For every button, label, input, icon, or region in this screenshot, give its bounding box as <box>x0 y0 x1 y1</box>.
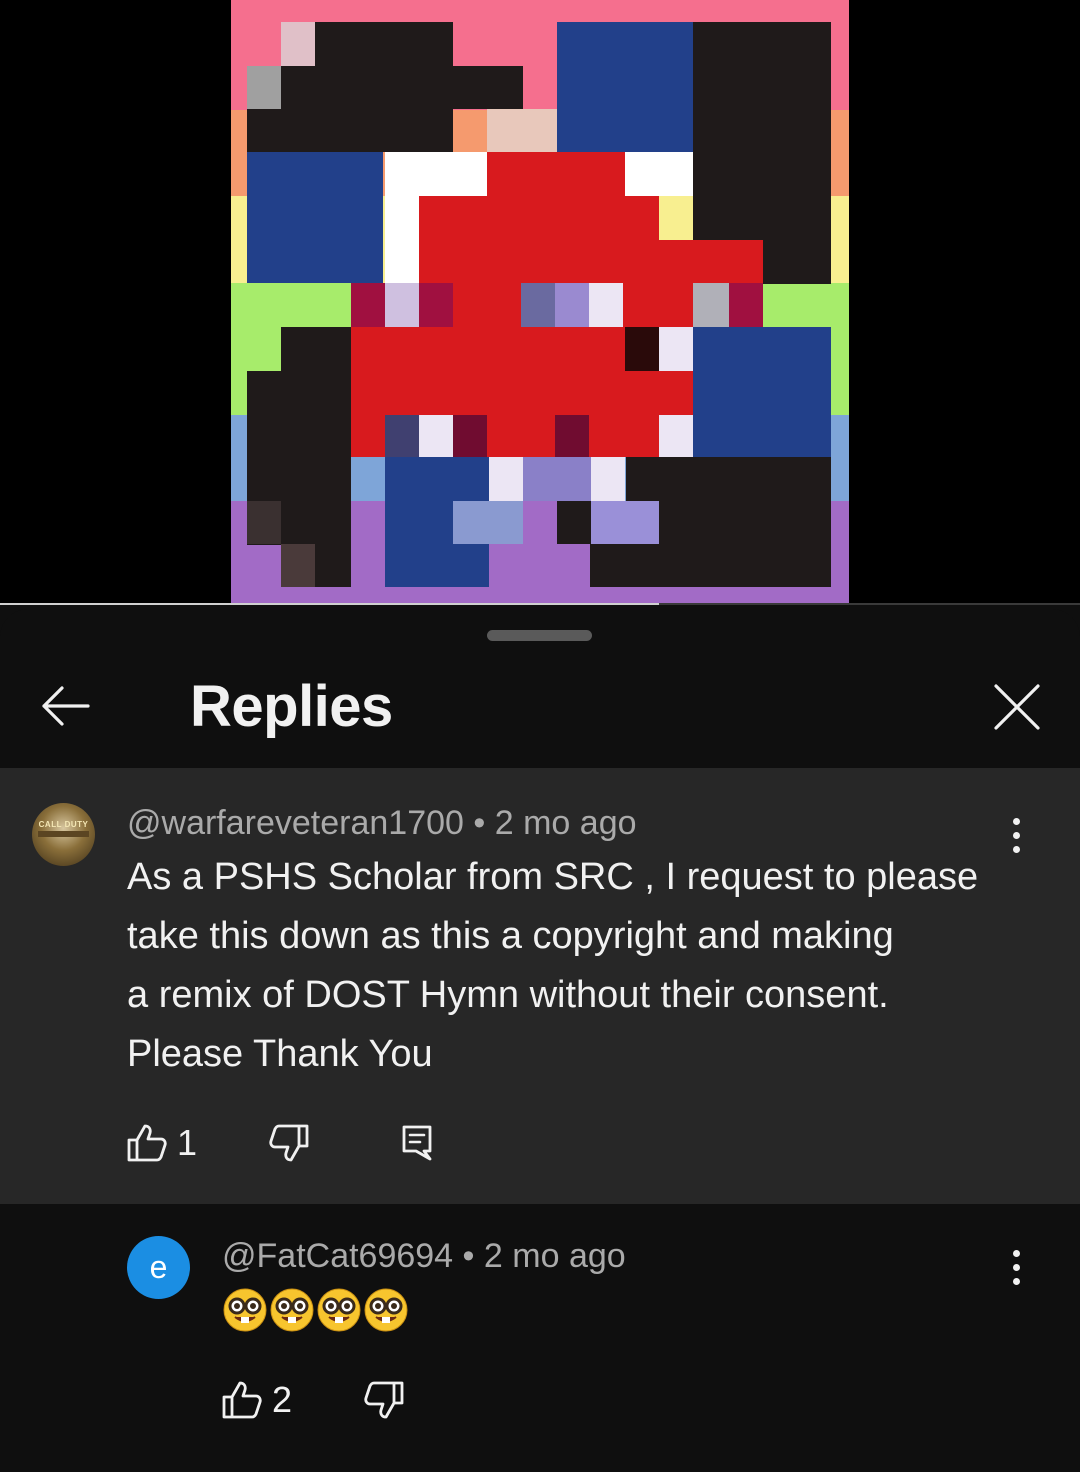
video-player[interactable] <box>0 0 1080 605</box>
video-progress-bar[interactable] <box>0 603 1080 605</box>
comment-author[interactable]: @warfareveteran1700 <box>127 804 464 842</box>
meta-separator: • <box>473 804 486 842</box>
reply-comment: e @FatCat69694 • 2 mo ago 2 <box>0 1204 1080 1472</box>
meta-separator: • <box>462 1237 475 1275</box>
dot <box>1012 1277 1020 1285</box>
reply-button[interactable] <box>402 1125 432 1161</box>
avatar[interactable]: e <box>127 1236 190 1299</box>
comment-text: As a PSHS Scholar from SRC , I request t… <box>127 856 979 1075</box>
page-title: Replies <box>190 674 393 739</box>
like-count: 2 <box>272 1379 293 1420</box>
dislike-button[interactable] <box>269 1124 309 1162</box>
dot <box>1012 831 1020 839</box>
comment-menu-button[interactable] <box>996 1242 1036 1292</box>
avatar-logo-text: CALL DUTY <box>38 820 89 829</box>
drag-handle[interactable] <box>487 630 592 641</box>
nerd-face-emoji <box>363 1287 409 1333</box>
comment-meta: @FatCat69694 • 2 mo ago <box>222 1237 626 1276</box>
comment-author[interactable]: @FatCat69694 <box>222 1237 453 1275</box>
thumbs-down-icon <box>364 1381 404 1419</box>
comment-actions: 2 <box>222 1379 404 1421</box>
comment-actions: 1 <box>127 1122 432 1164</box>
comment-time: 2 mo ago <box>494 804 637 842</box>
nerd-face-emoji <box>316 1287 362 1333</box>
back-arrow-icon <box>42 686 90 726</box>
nerd-face-emoji <box>269 1287 315 1333</box>
reply-comment-icon <box>402 1125 432 1161</box>
comment-text <box>222 1287 409 1333</box>
thumbs-down-icon <box>269 1124 309 1162</box>
like-button[interactable]: 2 <box>222 1379 292 1421</box>
dot <box>1012 1263 1020 1271</box>
parent-comment: CALL DUTY @warfareveteran1700 • 2 mo ago… <box>0 768 1080 1204</box>
comment-time: 2 mo ago <box>483 1237 626 1275</box>
avatar[interactable]: CALL DUTY <box>32 803 95 866</box>
video-progress-fill <box>0 603 659 605</box>
replies-header: Replies <box>0 659 1080 769</box>
dot <box>1012 817 1020 825</box>
close-icon <box>994 684 1040 730</box>
dislike-button[interactable] <box>364 1381 404 1419</box>
back-button[interactable] <box>30 681 100 731</box>
comment-meta: @warfareveteran1700 • 2 mo ago <box>127 804 637 843</box>
like-count: 1 <box>177 1122 198 1163</box>
nerd-face-emoji <box>222 1287 268 1333</box>
video-thumbnail <box>231 0 849 605</box>
close-button[interactable] <box>985 675 1049 739</box>
thumbs-up-icon <box>222 1381 262 1419</box>
avatar-decoration <box>38 831 89 837</box>
thumbs-up-icon <box>127 1124 167 1162</box>
dot <box>1012 1249 1020 1257</box>
replies-panel: Replies CALL DUTY @warfareveteran1700 • … <box>0 609 1080 1472</box>
like-button[interactable]: 1 <box>127 1122 197 1164</box>
